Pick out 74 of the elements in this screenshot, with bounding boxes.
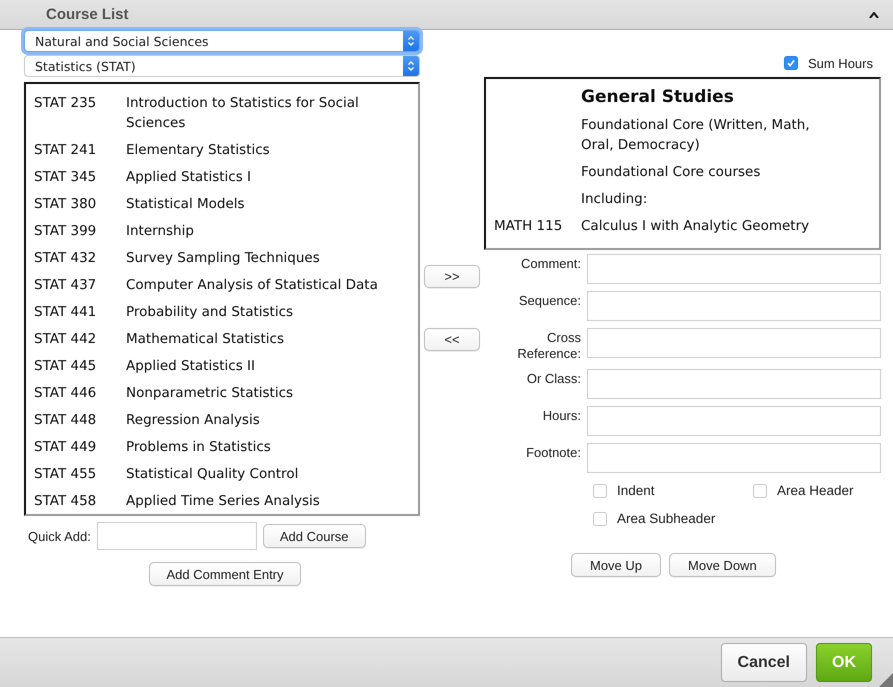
course-code: STAT 380 <box>34 195 98 214</box>
field-label: Comment: <box>520 255 581 272</box>
course-code: STAT 241 <box>34 141 98 160</box>
course-code: STAT 448 <box>34 411 98 430</box>
section-text: Foundational Core (Written, Math, Oral, Democracy) <box>581 116 811 155</box>
course-code: MATH 115 <box>494 217 564 236</box>
move-down-button[interactable]: Move Down <box>669 553 776 577</box>
sum-hours-label: Sum Hours <box>808 56 873 70</box>
course-code: STAT 455 <box>34 465 98 484</box>
course-code: STAT 458 <box>34 492 98 511</box>
course-title: Mathematical Statistics <box>126 330 285 349</box>
course-title: Nonparametric Statistics <box>126 384 294 403</box>
option-checkbox[interactable] <box>753 484 767 498</box>
add-course-button[interactable]: Add Course <box>262 524 366 548</box>
move-up-button[interactable]: Move Up <box>571 553 662 577</box>
input-field[interactable] <box>587 406 881 436</box>
course-title: Elementary Statistics <box>126 141 271 160</box>
option-checkbox[interactable] <box>593 484 607 498</box>
course-title: Applied Statistics II <box>126 357 256 376</box>
course-title: Survey Sampling Techniques <box>126 249 321 268</box>
course-code: STAT 441 <box>34 303 98 322</box>
option-label: Area Subheader <box>617 511 716 526</box>
add-to-list-button[interactable]: >> <box>424 265 480 288</box>
checkmark-icon <box>786 58 796 68</box>
course-listbox[interactable] <box>24 82 420 516</box>
field-label: Footnote: <box>525 444 581 461</box>
section-text: Foundational Core courses <box>581 163 762 182</box>
option-label: Area Header <box>777 483 854 498</box>
course-title: Applied Statistics I <box>126 168 252 187</box>
quick-add-field[interactable] <box>96 522 257 550</box>
input-field[interactable] <box>587 443 881 473</box>
course-title: Probability and Statistics <box>126 303 294 322</box>
quick-add-label: Quick Add: <box>28 528 91 544</box>
resize-grip-icon[interactable] <box>879 673 893 687</box>
course-title: Applied Time Series Analysis <box>126 492 321 511</box>
field-label: Or Class: <box>526 370 581 387</box>
field-label: Sequence: <box>518 292 581 309</box>
course-title: Internship <box>126 222 195 241</box>
course-title: Calculus I with Analytic Geometry <box>581 217 810 236</box>
course-title: Computer Analysis of Statistical Data <box>126 276 379 295</box>
field-label: Cross Reference: <box>516 329 581 362</box>
course-code: STAT 399 <box>34 222 98 241</box>
input-field[interactable] <box>587 328 881 358</box>
input-field[interactable] <box>587 291 881 321</box>
stepper-icon <box>407 60 415 72</box>
category-select[interactable]: Natural and Social Sciences <box>24 30 420 52</box>
subject-select[interactable]: Statistics (STAT) <box>24 55 420 77</box>
course-title: Introduction to Statistics for Social Sciences <box>126 94 360 133</box>
course-code: STAT 442 <box>34 330 98 349</box>
option-checkbox[interactable] <box>593 512 607 526</box>
course-title: Problems in Statistics <box>126 438 272 457</box>
add-comment-button[interactable]: Add Comment Entry <box>149 562 301 586</box>
window-title: Course List <box>46 6 129 24</box>
section-text: Including: <box>581 190 648 209</box>
course-code: STAT 235 <box>34 94 98 113</box>
section-header: General Studies <box>581 86 735 109</box>
course-title: Statistical Quality Control <box>126 465 300 484</box>
course-code: STAT 432 <box>34 249 98 268</box>
course-code: STAT 449 <box>34 438 98 457</box>
sum-hours-checkbox[interactable] <box>784 56 798 70</box>
selected-courses-listbox[interactable]: General Studies Foundational Core (Written, Math, Oral, Democracy) Foundational Core courses Including: MATH 115 Calculus I with Analytic Geometry <box>484 77 881 250</box>
course-code: STAT 437 <box>34 276 98 295</box>
course-code: STAT 446 <box>34 384 98 403</box>
course-code: STAT 445 <box>34 357 98 376</box>
stepper-icon <box>407 35 415 47</box>
input-field[interactable] <box>587 369 881 399</box>
option-label: Indent <box>617 483 655 498</box>
input-field[interactable] <box>587 254 881 284</box>
course-title: Statistical Models <box>126 195 246 214</box>
remove-from-list-button[interactable]: << <box>424 328 480 351</box>
field-label: Hours: <box>542 407 581 424</box>
cancel-button[interactable]: Cancel <box>720 643 807 682</box>
course-code: STAT 345 <box>34 168 98 187</box>
course-title: Regression Analysis <box>126 411 261 430</box>
